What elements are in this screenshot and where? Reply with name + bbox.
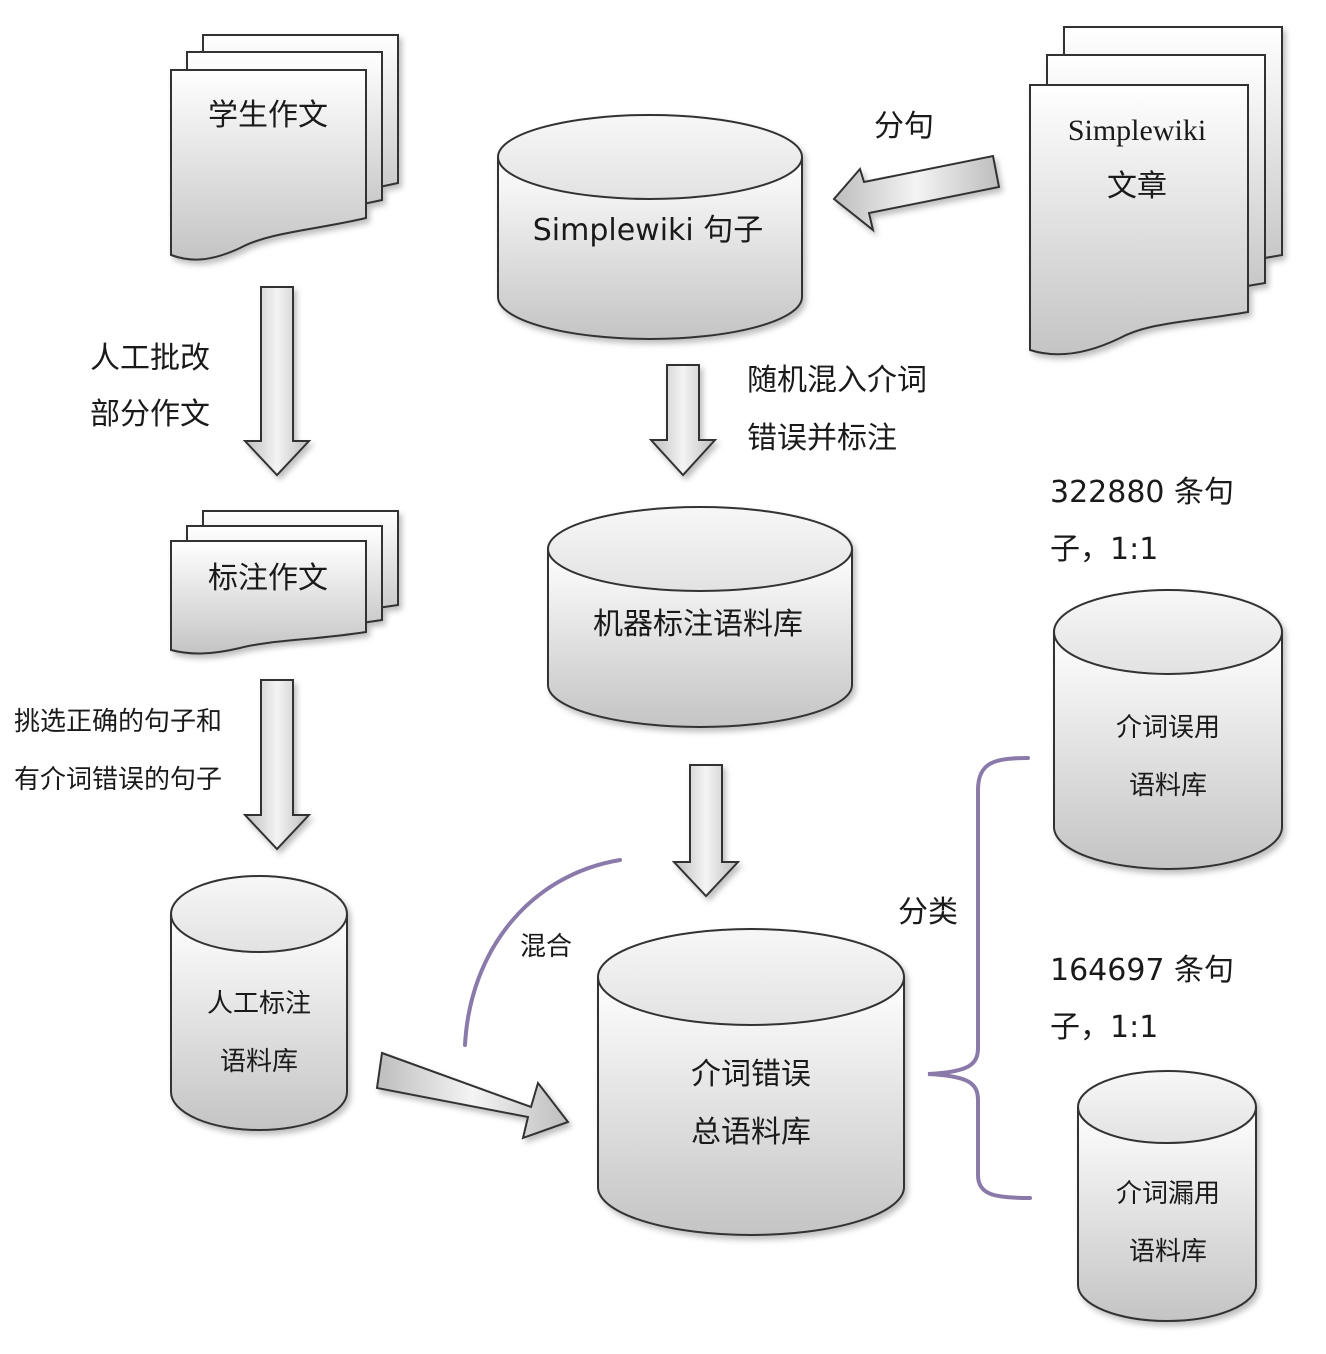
total-corpus-label-line1: 介词错误: [691, 1057, 811, 1092]
arrow-manual-to-total-corpus: [375, 1051, 570, 1140]
simplewiki-articles-label-line1: Simplewiki: [1068, 114, 1206, 147]
arrow-essays-to-annotated: [242, 286, 312, 477]
select-sentences-label-line1: 挑选正确的句子和: [14, 707, 222, 737]
arrow-sentences-to-machine-corpus: [648, 364, 718, 477]
misuse-corpus-label-line1: 介词误用: [1116, 713, 1220, 743]
classify-label: 分类: [898, 895, 958, 930]
select-sentences-label-line2: 有介词错误的句子: [14, 765, 222, 795]
annotated-essays-label: 标注作文: [208, 561, 328, 596]
arrow-articles-to-sentences: [832, 154, 1001, 233]
random-insert-label-line1: 随机混入介词: [747, 363, 927, 398]
omission-corpus-label-line1: 介词漏用: [1116, 1179, 1220, 1209]
total-corpus-label-line2: 总语料库: [691, 1115, 811, 1150]
random-insert-label-line2: 错误并标注: [747, 421, 897, 456]
omission-count-line1: 164697 条句: [1050, 953, 1234, 988]
omission-count-line2: 子，1:1: [1050, 1010, 1158, 1045]
simplewiki-articles-label-line2: 文章: [1107, 169, 1167, 204]
omission-corpus-label-line2: 语料库: [1129, 1237, 1207, 1267]
manual-corpus-label-line2: 语料库: [220, 1047, 298, 1077]
student-essays-label: 学生作文: [208, 98, 328, 133]
machine-corpus-label: 机器标注语料库: [593, 607, 803, 642]
misuse-count-line2: 子，1:1: [1050, 532, 1158, 567]
arrow-machine-to-total-corpus: [671, 764, 741, 898]
misuse-corpus-label-line2: 语料库: [1129, 771, 1207, 801]
student-essays-document: [170, 34, 399, 261]
arrow-annotated-to-manual-corpus: [242, 679, 312, 851]
split-sentences-label: 分句: [874, 109, 934, 144]
classify-brace: [927, 756, 1032, 1200]
flow-diagram: 学生作文 标注作文 Simplewiki 文章 Simplewiki 句子 机器…: [14, 26, 1283, 1322]
simplewiki-sentences-label: Simplewiki 句子: [533, 213, 764, 248]
manual-correction-label-line2: 部分作文: [90, 397, 210, 432]
misuse-count-line1: 322880 条句: [1050, 475, 1234, 510]
manual-corpus-label-line1: 人工标注: [207, 989, 311, 1019]
mix-label: 混合: [520, 932, 572, 962]
manual-correction-label-line1: 人工批改: [90, 341, 210, 376]
